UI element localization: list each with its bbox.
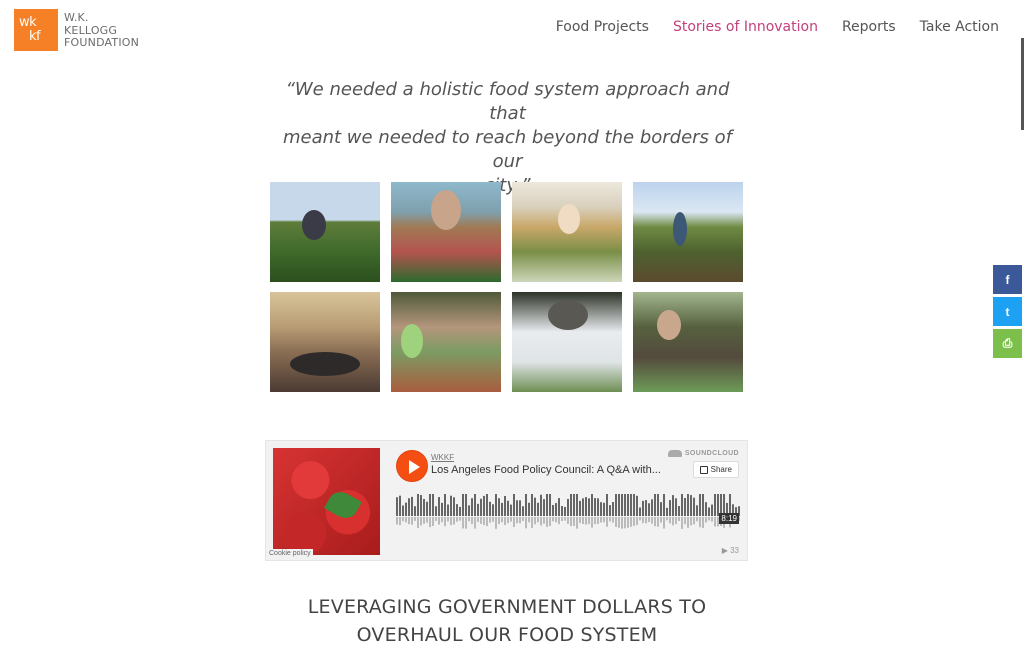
nav-stories-of-innovation[interactable]: Stories of Innovation xyxy=(673,19,818,35)
logo-mark-bottom: kf xyxy=(29,29,41,44)
soundcloud-brand: SOUNDCLOUD xyxy=(684,450,739,457)
photo-couple-with-ebt-signs[interactable] xyxy=(391,292,501,392)
photo-subject xyxy=(657,310,681,340)
photo-subject xyxy=(548,300,588,330)
track-title[interactable]: Los Angeles Food Policy Council: A Q&A w… xyxy=(431,464,671,476)
quote-line-2: meant we needed to reach beyond the bord… xyxy=(282,127,733,172)
photo-man-at-food-stand[interactable] xyxy=(633,292,743,392)
photo-audience-crowd[interactable] xyxy=(270,292,380,392)
photo-child-in-field[interactable] xyxy=(633,182,743,282)
nav-take-action[interactable]: Take Action xyxy=(920,19,999,35)
social-share-bar: f t ⎙ xyxy=(993,265,1022,358)
play-count: ▶ 33 xyxy=(721,546,739,555)
nav-reports[interactable]: Reports xyxy=(842,19,896,35)
play-button[interactable] xyxy=(396,450,428,482)
heading-line-2: OVERHAUL OUR FOOD SYSTEM xyxy=(356,624,658,646)
kellogg-logo[interactable]: wk kf W.K. KELLOGG FOUNDATION xyxy=(14,9,139,51)
track-artwork[interactable] xyxy=(273,448,380,555)
photo-subject xyxy=(558,204,580,234)
photo-subject xyxy=(673,212,687,246)
photo-subject xyxy=(290,352,360,376)
main-nav: Food Projects Stories of Innovation Repo… xyxy=(556,19,999,35)
photo-subject xyxy=(401,324,423,358)
facebook-icon[interactable]: f xyxy=(993,265,1022,294)
pull-quote: “We needed a holistic food system approa… xyxy=(270,78,745,198)
photo-subject xyxy=(302,210,326,240)
track-duration: 8:19 xyxy=(719,513,739,524)
share-button[interactable]: Share xyxy=(692,461,739,478)
share-icon xyxy=(699,465,708,474)
photo-vendor-with-radishes[interactable] xyxy=(391,182,501,282)
quote-line-1: “We needed a holistic food system approa… xyxy=(285,79,730,124)
cloud-icon xyxy=(667,450,682,457)
share-label: Share xyxy=(710,465,732,474)
section-heading: LEVERAGING GOVERNMENT DOLLARS TO OVERHAU… xyxy=(270,593,744,649)
photo-subject xyxy=(431,190,461,230)
nav-food-projects[interactable]: Food Projects xyxy=(556,19,649,35)
logo-line-1: W.K. xyxy=(64,11,89,24)
twitter-icon[interactable]: t xyxy=(993,297,1022,326)
print-icon[interactable]: ⎙ xyxy=(993,329,1022,358)
photo-market-stall-greens[interactable] xyxy=(512,182,622,282)
soundcloud-player: Cookie policy WKKF Los Angeles Food Poli… xyxy=(265,440,748,561)
cookie-policy-link[interactable]: Cookie policy xyxy=(267,549,313,558)
photo-farmworker-in-field[interactable] xyxy=(270,182,380,282)
uploader-link[interactable]: WKKF xyxy=(431,453,454,462)
waveform[interactable] xyxy=(396,494,740,534)
logo-mark: wk kf xyxy=(14,9,58,51)
soundcloud-logo[interactable]: SOUNDCLOUD xyxy=(667,450,739,457)
strawberry-leaf xyxy=(324,487,362,523)
site-header: wk kf W.K. KELLOGG FOUNDATION Food Proje… xyxy=(0,0,1024,60)
photo-cook-with-herbs[interactable] xyxy=(512,292,622,392)
logo-wordmark: W.K. KELLOGG FOUNDATION xyxy=(64,11,140,50)
logo-line-3: FOUNDATION xyxy=(64,36,140,49)
logo-mark-top: wk xyxy=(19,15,37,30)
photo-gallery xyxy=(270,182,744,392)
heading-line-1: LEVERAGING GOVERNMENT DOLLARS TO xyxy=(307,596,707,618)
